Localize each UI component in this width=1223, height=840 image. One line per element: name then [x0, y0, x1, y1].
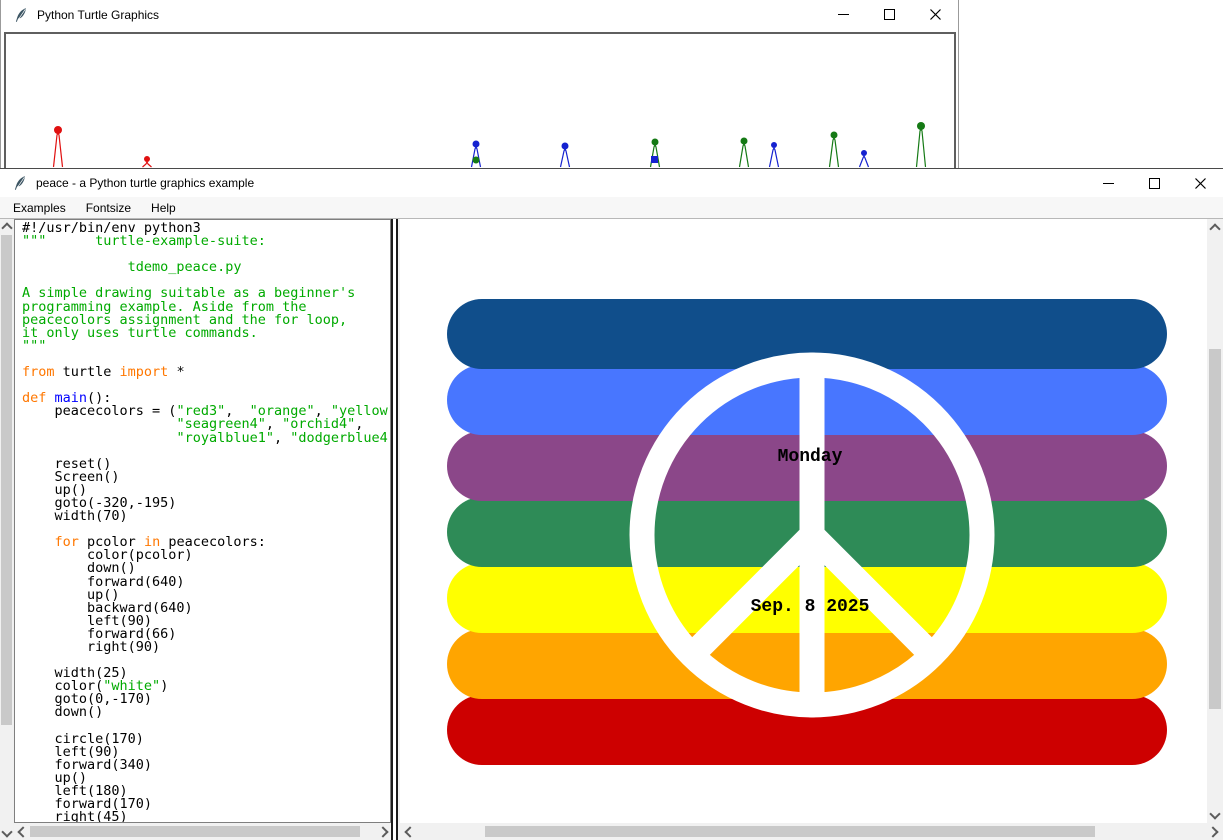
content-area: #!/usr/bin/env python3""" turtle-example… [0, 219, 1223, 840]
scroll-right-icon[interactable] [376, 825, 389, 838]
code-line: """ turtle-example-suite: [22, 235, 390, 248]
peace-minimize-button[interactable] [1085, 169, 1131, 197]
scrollbar-thumb[interactable] [485, 826, 1095, 837]
code-line: from turtle import * [22, 366, 390, 379]
turtle-figure [740, 138, 749, 168]
source-code: #!/usr/bin/env python3""" turtle-example… [15, 220, 390, 823]
minimize-icon [838, 14, 849, 15]
scroll-left-icon[interactable] [403, 825, 416, 838]
canvas-vertical-scrollbar[interactable] [1207, 219, 1223, 823]
menubar: Examples Fontsize Help [0, 197, 1223, 219]
bg-close-button[interactable] [912, 0, 958, 29]
turtle-figure [860, 150, 869, 167]
code-line: "royalblue1", "dodgerblue4") [22, 432, 390, 445]
peace-diagonal-0 [692, 535, 812, 655]
menu-help[interactable]: Help [148, 199, 179, 217]
minimize-icon [1103, 183, 1114, 184]
turtle-figure [651, 139, 660, 168]
turtle-figure [917, 122, 926, 167]
peace-maximize-button[interactable] [1131, 169, 1177, 197]
scrollbar-thumb[interactable] [30, 826, 360, 837]
scroll-down-icon[interactable] [1208, 807, 1221, 820]
turtle-figure [54, 126, 63, 167]
python-feather-icon [12, 175, 28, 191]
menu-fontsize[interactable]: Fontsize [83, 199, 134, 217]
code-editor[interactable]: #!/usr/bin/env python3""" turtle-example… [14, 219, 391, 823]
turtle-figures [6, 34, 950, 178]
code-line: it only uses turtle commands. [22, 327, 390, 340]
scroll-up-icon[interactable] [0, 221, 13, 234]
peace-sign [400, 219, 1207, 823]
bg-minimize-button[interactable] [820, 0, 866, 29]
bg-window-title: Python Turtle Graphics [37, 8, 159, 22]
turtle-figure [143, 156, 152, 167]
turtle-figure [561, 143, 570, 168]
turtle-graphics-window: Python Turtle Graphics [0, 0, 959, 181]
peace-demo-window: peace - a Python turtle graphics example… [0, 168, 1223, 840]
turtle-graphics-canvas [4, 32, 956, 184]
scrollbar-thumb[interactable] [1, 235, 12, 725]
scroll-up-icon[interactable] [1208, 222, 1221, 235]
code-horizontal-scrollbar[interactable] [14, 823, 391, 840]
peace-window-title: peace - a Python turtle graphics example [36, 176, 254, 190]
bg-titlebar[interactable]: Python Turtle Graphics [1, 0, 958, 29]
bg-maximize-button[interactable] [866, 0, 912, 29]
turtle-figure [830, 132, 839, 168]
scroll-down-icon[interactable] [0, 825, 13, 838]
canvas-label: Sep. 8 2025 [751, 597, 870, 617]
code-line: """ [22, 340, 390, 353]
maximize-icon [884, 9, 895, 20]
code-line: right(90) [22, 641, 390, 654]
peace-diagonal-1 [812, 535, 932, 655]
code-line: width(70) [22, 510, 390, 523]
close-icon [930, 9, 941, 20]
scroll-left-icon[interactable] [16, 825, 29, 838]
menu-examples[interactable]: Examples [10, 199, 69, 217]
peace-titlebar[interactable]: peace - a Python turtle graphics example [0, 169, 1223, 197]
turtle-figure [770, 142, 779, 167]
pane-divider[interactable] [391, 219, 398, 840]
code-vertical-scrollbar[interactable] [0, 219, 13, 840]
scrollbar-thumb[interactable] [1209, 349, 1221, 709]
close-icon [1195, 178, 1206, 189]
peace-close-button[interactable] [1177, 169, 1223, 197]
code-line: tdemo_peace.py [22, 261, 390, 274]
canvas-horizontal-scrollbar[interactable] [400, 823, 1223, 840]
turtle-canvas: Monday Sep. 8 2025 [400, 219, 1207, 823]
code-line: right(45) [22, 811, 390, 823]
scroll-right-icon[interactable] [1206, 825, 1219, 838]
canvas-label: Monday [778, 447, 843, 467]
code-line: down() [22, 706, 390, 719]
maximize-icon [1149, 178, 1160, 189]
turtle-figure [472, 141, 481, 168]
python-feather-icon [13, 7, 29, 23]
